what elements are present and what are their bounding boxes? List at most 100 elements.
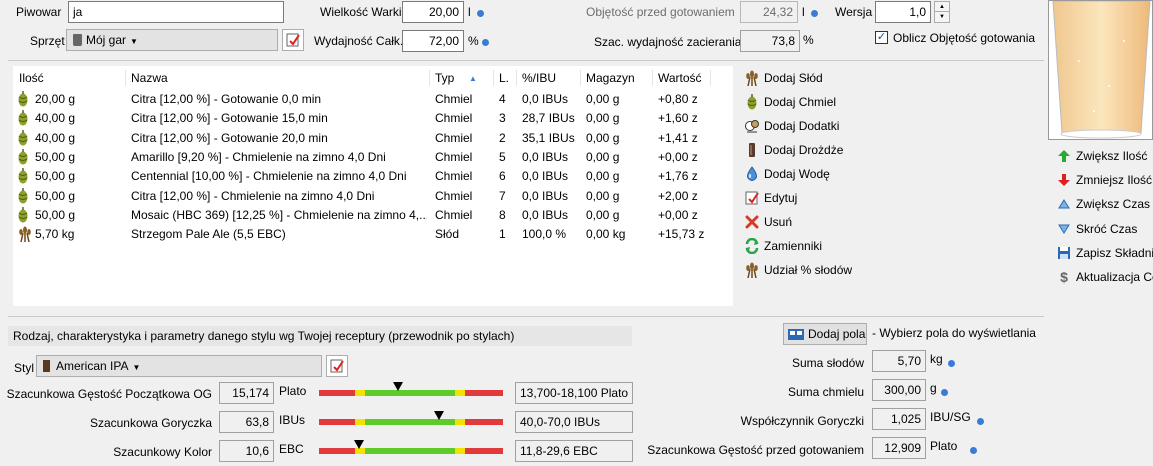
version-spinner[interactable]: ▲ ▼ [934,1,950,23]
col-ibu[interactable]: %/IBU [522,71,556,85]
section-divider [8,316,1044,317]
spin-up-icon[interactable]: ▲ [935,2,949,12]
add-water-button[interactable]: Dodaj Wodę [744,164,830,184]
gauge-segment [319,448,355,454]
gauge-segment [465,390,503,396]
increase-amount-label: Zwiększ Ilość [1076,149,1148,163]
value-cell: +1,60 z [658,111,698,126]
misc-icon [744,118,760,134]
add-grain-button[interactable]: Dodaj Słód [744,68,823,88]
table-row[interactable]: 50,00 g Citra [12,00 %] - Chmielenie na z… [13,187,733,206]
column-separator [652,70,653,86]
gauge-unit: EBC [279,442,304,456]
name-cell: Amarillo [9,20 %] - Chmielenie na zimno … [131,149,386,164]
equipment-select[interactable]: Mój gar ▼ [66,29,278,51]
shorten-time-button[interactable]: Skróć Czas [1056,219,1137,239]
add-hop-button[interactable]: Dodaj Chmiel [744,92,836,112]
info-dot-icon[interactable] [948,360,956,367]
save-ingredient-button[interactable]: Zapisz Składnik [1056,243,1153,263]
gauge-marker-icon [393,382,404,391]
brewer-label: Piwowar [16,5,62,19]
info-dot-icon[interactable] [482,39,489,46]
batch-size-input[interactable]: 20,00 [402,1,464,23]
batch-size-unit: l [468,5,471,19]
chevron-down-icon: ▼ [130,37,138,46]
gauge-segment [319,390,355,396]
add-fields-button[interactable]: Dodaj pola [783,323,867,345]
col-num[interactable]: L. [499,71,509,85]
version-input[interactable]: 1,0 [875,1,931,23]
col-amount[interactable]: Ilość [19,71,44,85]
table-row[interactable]: 40,00 g Citra [12,00 %] - Gotowanie 15,0 … [13,109,733,128]
gauge-segment [355,390,365,396]
increase-amount-button[interactable]: Zwiększ Ilość [1056,146,1147,166]
column-separator [516,70,517,86]
add-yeast-label: Dodaj Drożdże [764,143,844,157]
table-row[interactable]: 5,70 kg Strzegom Pale Ale (5,5 EBC) Słód 1 1… [13,225,733,244]
grain-percent-label: Udział % słodów [764,263,853,277]
add-misc-button[interactable]: Dodaj Dodatki [744,116,839,136]
beer-glass-icon [1052,1,1151,139]
delete-button[interactable]: Usuń [744,212,792,232]
swap-icon [744,238,760,254]
gauge-value: 10,6 [219,440,274,462]
table-row[interactable]: 40,00 g Citra [12,00 %] - Gotowanie 20,0 … [13,129,733,148]
gauge-value: 15,174 [219,382,274,404]
col-stock[interactable]: Magazyn [586,71,635,85]
gauge-bar [319,440,503,454]
stock-cell: 0,00 g [586,111,620,126]
summary-label: Współczynnik Goryczki [740,414,864,428]
gauge-segment [455,419,465,425]
decrease-amount-button[interactable]: Zmniejsz Ilość [1056,170,1152,190]
style-select[interactable]: American IPA ▼ [36,355,322,377]
type-cell: Chmiel [435,207,473,222]
info-dot-icon[interactable] [977,418,985,425]
brewer-input[interactable]: ja [68,1,284,23]
info-dot-icon[interactable] [477,10,484,17]
substitutes-label: Zamienniki [764,239,823,253]
col-value[interactable]: Wartość [658,71,702,85]
edit-equipment-button[interactable] [282,29,304,51]
calc-preboil-checkbox[interactable]: ✓ [875,31,888,44]
gauge-bar [319,411,503,425]
column-separator [580,70,581,86]
gauge-unit: IBUs [279,413,306,427]
amount-cell: 40,00 g [35,130,76,145]
amount-cell: 50,00 g [35,188,76,203]
grain-icon [17,226,33,245]
num-cell: 7 [499,188,506,203]
increase-time-label: Zwiększ Czas [1076,197,1151,212]
info-dot-icon[interactable] [941,389,949,396]
grain-percent-button[interactable]: Udział % słodów [744,260,852,280]
table-row[interactable]: 20,00 g Citra [12,00 %] - Gotowanie 0,0 m… [13,90,733,109]
edit-style-button[interactable] [326,355,348,377]
grain-icon [744,262,760,278]
table-row[interactable]: 50,00 g Amarillo [9,20 %] - Chmielenie na… [13,148,733,167]
type-cell: Chmiel [435,111,473,126]
hop-icon [17,168,29,187]
hop-icon [17,110,29,129]
info-dot-icon[interactable] [811,10,818,17]
add-yeast-button[interactable]: Dodaj Drożdże [744,140,843,160]
col-name[interactable]: Nazwa [131,71,168,85]
stock-cell: 0,00 g [586,149,620,164]
table-row[interactable]: 50,00 g Mosaic (HBC 369) [12,25 %] - Chmi… [13,206,733,225]
substitutes-button[interactable]: Zamienniki [744,236,822,256]
ingredients-table[interactable]: Ilość Nazwa Typ ▲ L. %/IBU Magazyn Warto… [13,66,733,306]
ibu-cell: 0,0 IBUs [522,207,569,222]
col-type[interactable]: Typ [435,71,454,85]
spin-down-icon[interactable]: ▼ [935,12,949,22]
table-row[interactable]: 50,00 g Centennial [10,00 %] - Chmielenie… [13,167,733,186]
efficiency-input[interactable]: 72,00 [402,30,464,52]
value-cell: +1,41 z [658,130,698,145]
update-costs-button[interactable]: $ Aktualizacja Ce [1056,267,1153,287]
edit-button[interactable]: Edytuj [744,188,797,208]
column-separator [493,70,494,86]
triangle-down-icon [1056,221,1072,237]
info-dot-icon[interactable] [970,447,977,454]
gauge-bar [319,382,503,396]
increase-time-button[interactable]: Zwiększ Czas [1056,194,1150,214]
yeast-icon [744,142,760,158]
gauge-marker-icon [433,411,444,420]
beer-color-preview [1048,0,1153,140]
